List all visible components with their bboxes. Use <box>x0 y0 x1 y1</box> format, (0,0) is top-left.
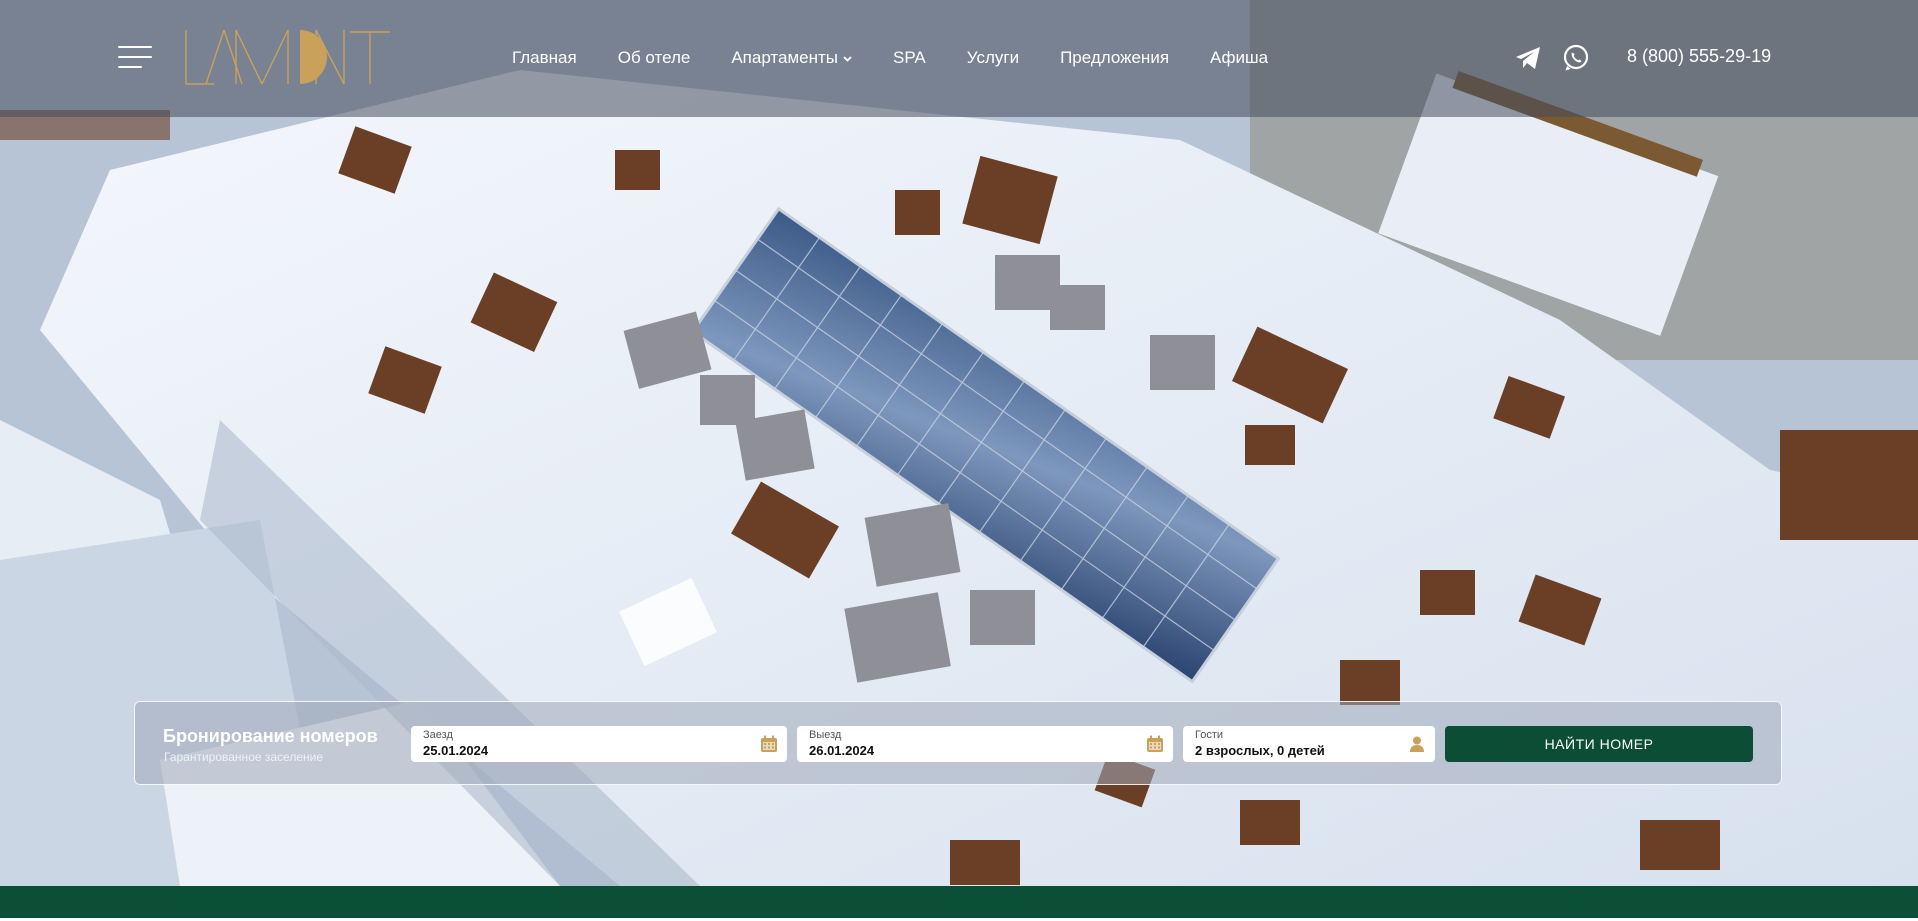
guests-field[interactable]: Гости 2 взрослых, 0 детей <box>1183 726 1435 762</box>
brand-logo[interactable] <box>184 28 394 88</box>
nav-item-label: SPA <box>893 48 926 67</box>
nav-item-offers[interactable]: Предложения <box>1060 46 1169 70</box>
hamburger-menu-icon[interactable] <box>118 46 152 68</box>
nav-item-label: Предложения <box>1060 48 1170 67</box>
guests-label: Гости <box>1195 729 1224 741</box>
checkout-value: 26.01.2024 <box>809 743 875 758</box>
phone-link[interactable]: 8 (800) 555-29-19 <box>1627 46 1771 67</box>
chevron-down-icon <box>843 53 852 65</box>
whatsapp-icon[interactable] <box>1562 44 1590 72</box>
telegram-icon[interactable] <box>1514 44 1542 72</box>
nav-item-about[interactable]: Об отеле <box>618 46 691 70</box>
nav-item-events[interactable]: Афиша <box>1210 46 1268 70</box>
person-icon <box>1407 734 1427 754</box>
nav-item-label: Об отеле <box>617 48 691 67</box>
nav-item-apartments[interactable]: Апартаменты <box>731 46 852 70</box>
checkin-label: Заезд <box>423 729 453 741</box>
booking-subtitle: Гарантированное заселение <box>164 750 323 764</box>
nav-item-label: Услуги <box>966 48 1020 67</box>
section-divider-strip <box>0 886 1918 921</box>
booking-widget: Бронирование номеров Гарантированное зас… <box>134 701 1782 785</box>
guests-value: 2 взрослых, 0 детей <box>1195 743 1325 758</box>
nav-item-services[interactable]: Услуги <box>967 46 1019 70</box>
calendar-icon <box>759 734 779 754</box>
nav-item-label: Афиша <box>1210 48 1269 67</box>
nav-item-label: Апартаменты <box>731 48 839 67</box>
checkin-value: 25.01.2024 <box>423 743 489 758</box>
booking-title: Бронирование номеров <box>163 726 378 746</box>
checkout-label: Выезд <box>809 729 842 741</box>
checkin-date-field[interactable]: Заезд 25.01.2024 <box>411 726 787 762</box>
calendar-icon <box>1145 734 1165 754</box>
site-header: Главная Об отеле Апартаменты SPA Услуги … <box>0 0 1918 117</box>
main-nav: Главная Об отеле Апартаменты SPA Услуги … <box>512 46 1309 70</box>
nav-item-home[interactable]: Главная <box>512 46 577 70</box>
nav-item-spa[interactable]: SPA <box>893 46 926 70</box>
lamont-logo-icon <box>185 29 390 85</box>
find-room-button[interactable]: НАЙТИ НОМЕР <box>1445 726 1753 762</box>
nav-item-label: Главная <box>512 48 577 67</box>
checkout-date-field[interactable]: Выезд 26.01.2024 <box>797 726 1173 762</box>
